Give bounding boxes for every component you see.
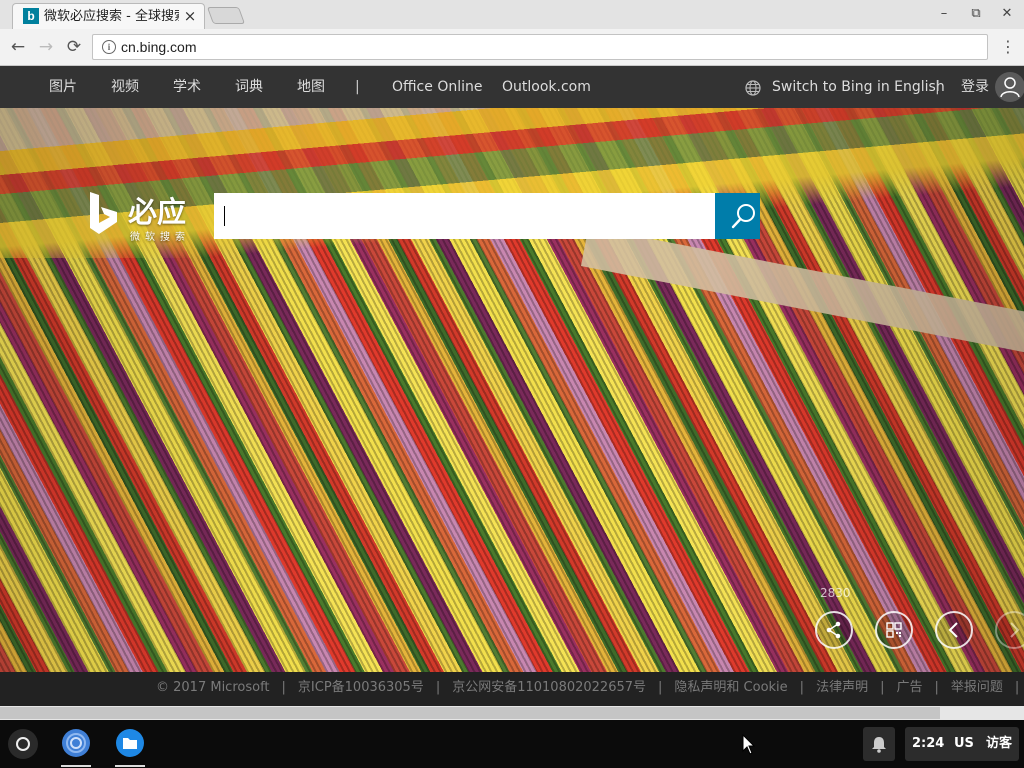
- window-close-button[interactable]: ✕: [996, 4, 1018, 24]
- bing-favicon-icon: b: [23, 8, 39, 24]
- bell-icon: [872, 737, 886, 753]
- user-icon: [1000, 77, 1020, 98]
- nav-office-online[interactable]: Office Online: [392, 78, 482, 96]
- reload-button[interactable]: ⟳: [62, 35, 86, 59]
- keyboard-locale: US: [954, 736, 974, 751]
- scrollbar-thumb[interactable]: [0, 707, 940, 719]
- tab-close-button[interactable]: ×: [182, 7, 198, 25]
- globe-icon[interactable]: [745, 80, 761, 96]
- footer-separator: |: [658, 680, 663, 695]
- qr-code-button[interactable]: [875, 611, 913, 649]
- footer-links: © 2017 Microsoft | 京ICP备10036305号 | 京公网安备110…: [156, 680, 1024, 696]
- qr-code-icon: [886, 622, 902, 638]
- mouse-cursor-icon: [742, 734, 756, 755]
- nav-dictionary[interactable]: 词典: [235, 78, 263, 96]
- text-caret: [224, 206, 225, 226]
- back-button[interactable]: ←: [6, 35, 30, 59]
- maximize-button[interactable]: ⧉: [965, 4, 987, 24]
- footer-ads-link[interactable]: 广告: [896, 680, 922, 696]
- tab-strip: b 微软必应搜索 - 全球搜索 × – ⧉ ✕: [0, 0, 1024, 29]
- footer-separator: |: [281, 680, 286, 695]
- search-icon: [731, 204, 755, 229]
- image-counter: 2830: [820, 586, 851, 600]
- previous-image-button[interactable]: [935, 611, 973, 649]
- horizontal-scrollbar[interactable]: [0, 706, 1024, 720]
- footer: © 2017 Microsoft | 京ICP备10036305号 | 京公网安备110…: [0, 672, 1024, 706]
- nav-outlook[interactable]: Outlook.com: [502, 78, 591, 96]
- language-switch-link[interactable]: Switch to Bing in English: [772, 78, 945, 96]
- top-nav: 图片 视频 学术 词典 地图 | Office Online Outlook.c…: [0, 66, 1024, 108]
- launcher-button[interactable]: [8, 729, 38, 759]
- os-shelf: 2:24 US 访客: [0, 720, 1024, 768]
- nav-academic[interactable]: 学术: [173, 78, 201, 96]
- files-icon[interactable]: [115, 728, 145, 758]
- bing-b-icon: [90, 192, 117, 234]
- notifications-button[interactable]: [863, 727, 895, 761]
- new-tab-button[interactable]: [206, 7, 246, 24]
- user-name: 访客: [986, 736, 1013, 751]
- footer-separator: |: [799, 680, 805, 695]
- chevron-left-icon: [948, 622, 958, 638]
- nav-separator-right: |: [935, 79, 940, 95]
- footer-public-security-link[interactable]: 京公网安备11010802022657号: [452, 680, 646, 696]
- login-link[interactable]: 登录: [961, 78, 989, 96]
- launcher-icon: [16, 737, 30, 751]
- footer-report-link[interactable]: 举报问题: [951, 680, 1003, 696]
- browser-tab[interactable]: b 微软必应搜索 - 全球搜索 ×: [12, 3, 205, 29]
- footer-separator: |: [435, 680, 441, 695]
- tab-title: 微软必应搜索 - 全球搜索: [44, 9, 179, 24]
- footer-icp-link[interactable]: 京ICP备10036305号: [298, 680, 424, 696]
- logo-text: 必应: [128, 195, 187, 229]
- address-bar[interactable]: i cn.bing.com: [92, 34, 988, 60]
- share-button[interactable]: [815, 611, 853, 649]
- user-avatar[interactable]: [995, 72, 1024, 102]
- info-icon[interactable]: i: [102, 40, 116, 54]
- chrome-active-indicator: [61, 765, 91, 767]
- forward-button[interactable]: →: [34, 35, 58, 59]
- minimize-button[interactable]: –: [933, 4, 955, 24]
- chevron-right-icon: [1010, 622, 1020, 638]
- chrome-icon[interactable]: [61, 728, 91, 758]
- files-active-indicator: [115, 765, 145, 767]
- logo-subtext: 微软搜索: [130, 232, 190, 243]
- bing-logo[interactable]: 必应 微软搜索: [88, 190, 198, 246]
- nav-maps[interactable]: 地图: [297, 78, 325, 96]
- footer-copyright: © 2017 Microsoft: [156, 680, 270, 695]
- search-input[interactable]: [214, 193, 716, 239]
- browser-toolbar: ← → ⟳ i cn.bing.com ⋮: [0, 29, 1024, 66]
- browser-menu-button[interactable]: ⋮: [1000, 35, 1016, 59]
- bing-page: 图片 视频 学术 词典 地图 | Office Online Outlook.c…: [0, 66, 1024, 720]
- status-area[interactable]: 2:24 US 访客: [905, 727, 1019, 761]
- footer-legal-link[interactable]: 法律声明: [816, 680, 868, 696]
- footer-privacy-link[interactable]: 隐私声明和 Cookie: [674, 680, 787, 696]
- url-text[interactable]: cn.bing.com: [121, 39, 196, 55]
- footer-separator: |: [1014, 680, 1020, 695]
- next-image-button[interactable]: [995, 611, 1024, 649]
- footer-separator: |: [880, 680, 885, 695]
- nav-separator: |: [355, 79, 360, 95]
- clock: 2:24: [912, 736, 945, 751]
- nav-images[interactable]: 图片: [49, 78, 77, 96]
- share-icon: [826, 621, 841, 639]
- search-button[interactable]: [715, 193, 760, 239]
- nav-videos[interactable]: 视频: [111, 78, 139, 96]
- footer-separator: |: [934, 680, 939, 695]
